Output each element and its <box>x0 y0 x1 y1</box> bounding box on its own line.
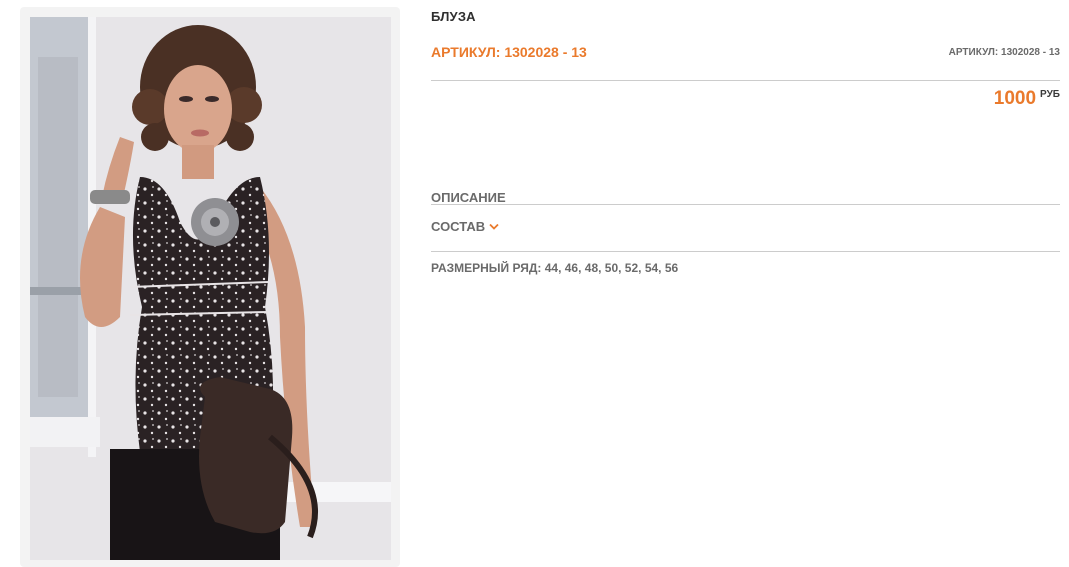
divider <box>431 251 1060 252</box>
size-range: РАЗМЕРНЫЙ РЯД: 44, 46, 48, 50, 52, 54, 5… <box>431 261 678 275</box>
product-photo-image <box>30 17 391 560</box>
product-photo[interactable] <box>30 17 391 560</box>
size-range-label: РАЗМЕРНЫЙ РЯД: <box>431 261 542 275</box>
composition-label: СОСТАВ <box>431 219 486 234</box>
article-number: АРТИКУЛ: 1302028 - 13 <box>431 44 587 60</box>
size-range-values: 44, 46, 48, 50, 52, 54, 56 <box>544 261 679 275</box>
product-title: БЛУЗА <box>431 9 476 24</box>
divider <box>431 204 1060 205</box>
chevron-down-icon <box>489 223 499 230</box>
product-price: 1000 РУБ <box>994 88 1060 110</box>
price-currency: РУБ <box>1040 89 1060 100</box>
price-value: 1000 <box>993 88 1037 109</box>
composition-toggle[interactable]: СОСТАВ <box>431 219 499 234</box>
divider <box>431 80 1060 81</box>
description-tab[interactable]: ОПИСАНИЕ <box>431 190 506 205</box>
article-number-secondary: АРТИКУЛ: 1302028 - 13 <box>948 47 1060 58</box>
